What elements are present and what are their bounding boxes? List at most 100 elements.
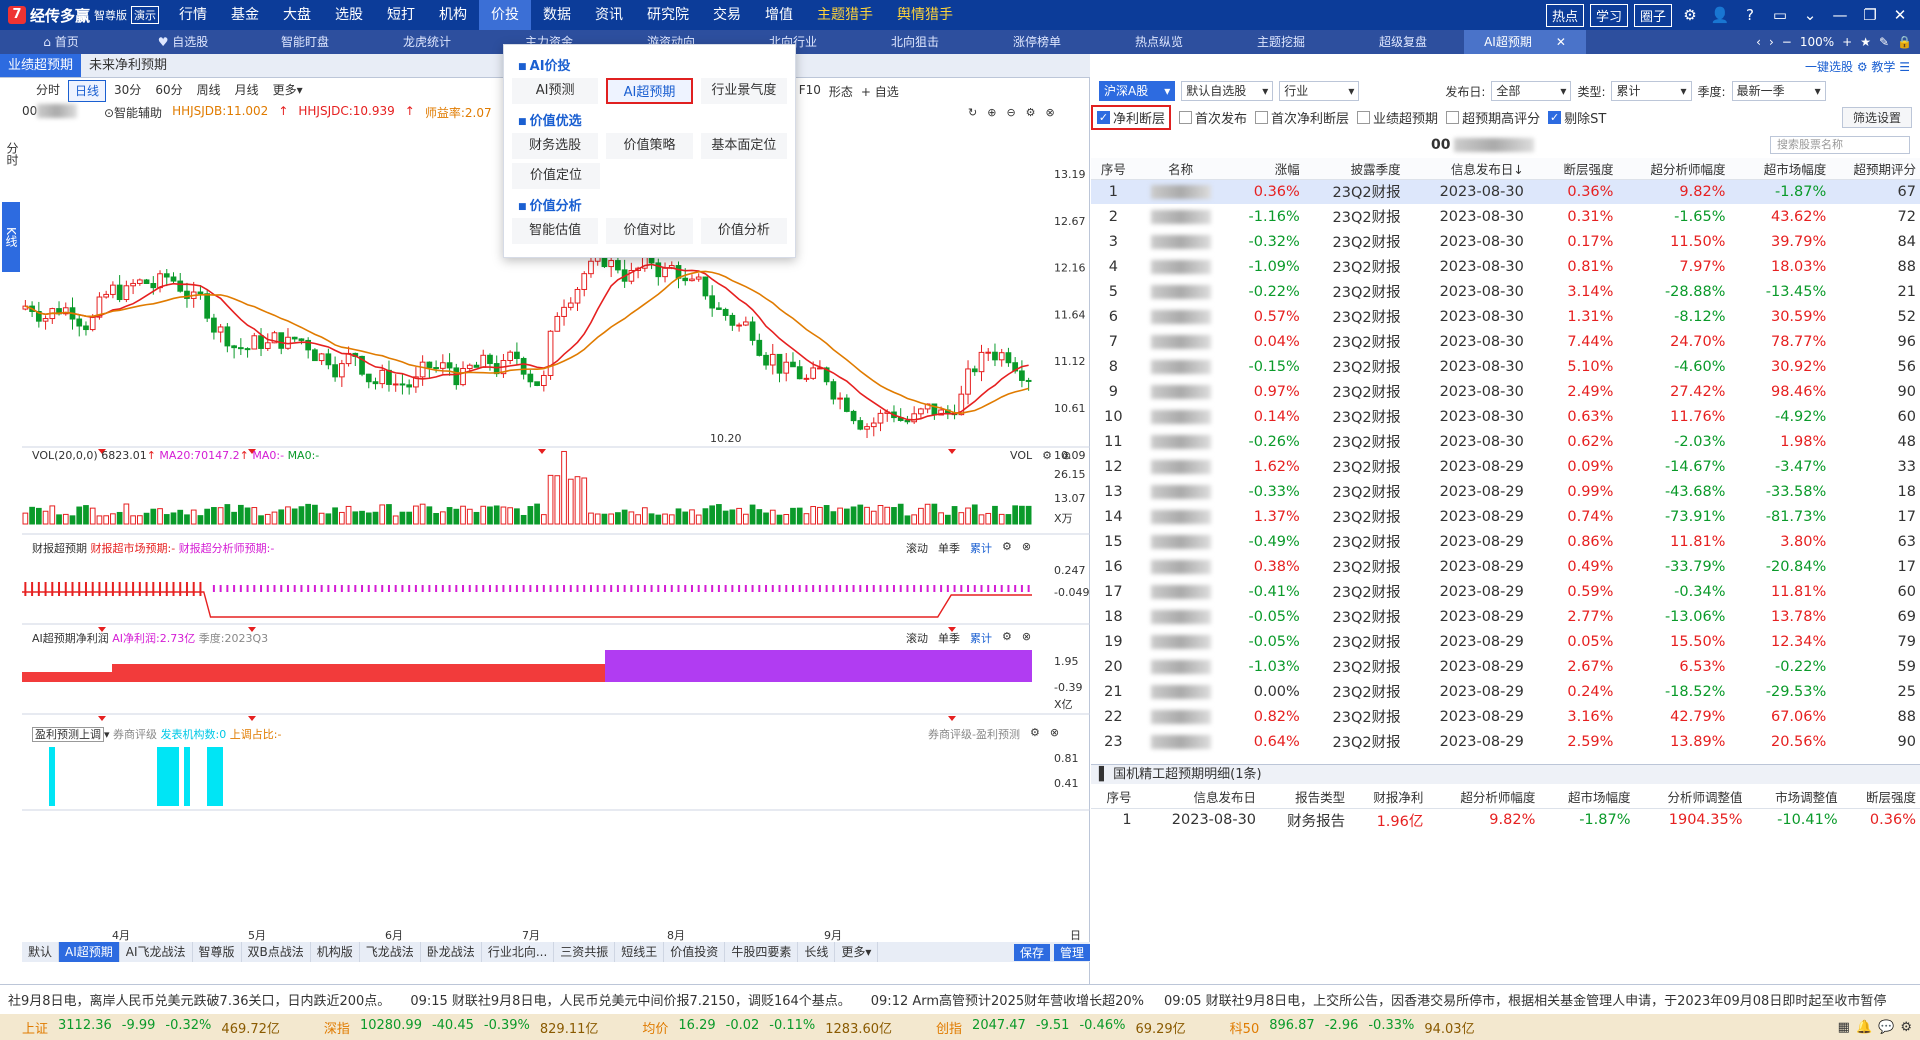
close-icon[interactable]: ⊗	[1046, 106, 1055, 119]
table-row[interactable]: 12 1.62% 23Q2财报 2023-08-29 0.09% -14.67% -3.47…	[1091, 454, 1920, 479]
menu-value-strategy[interactable]: 价值策略	[606, 133, 693, 159]
close-icon[interactable]: ✕	[1888, 6, 1912, 24]
news-item[interactable]: 09:05 财联社9月8日电，上交所公告，因香港交易所停市，根据相关基金管理人申…	[1164, 990, 1886, 1009]
p2-cumulative[interactable]: 累计	[970, 540, 992, 556]
close-icon[interactable]: ⊗	[1022, 540, 1031, 556]
chevron-right-icon[interactable]: ›	[1769, 35, 1774, 49]
gear-icon[interactable]: ⚙	[1678, 6, 1702, 24]
table-row[interactable]: 6 0.57% 23Q2财报 2023-08-30 1.31% -8.12% 30.59% 5…	[1091, 304, 1920, 329]
strategy-tab-4[interactable]: 双B点战法	[242, 942, 311, 962]
menu-value-analysis[interactable]: 价值分析	[700, 218, 787, 244]
chart-tool-3[interactable]: F10	[799, 83, 821, 100]
table-row[interactable]: 11 -0.26% 23Q2财报 2023-08-30 0.62% -2.03% 1.98%…	[1091, 429, 1920, 454]
menu-fundamental-position[interactable]: 基本面定位	[700, 133, 787, 159]
news-item[interactable]: 09:15 财联社9月8日电，人民币兑美元中间价报7.2150，调贬164个基点…	[410, 990, 850, 1009]
detail-row[interactable]: 1 2023-08-30 财务报告 1.96亿 9.82% -1.87% 1904.35% -…	[1091, 808, 1920, 832]
period-4[interactable]: 周线	[191, 80, 227, 102]
col-header[interactable]: 超分析师幅度	[1617, 158, 1730, 180]
exclude-st-checkbox[interactable]: ✓ 剔除ST	[1548, 108, 1606, 127]
net-profit-gap-checkbox[interactable]: ✓ 净利断层	[1091, 104, 1172, 130]
index-quote[interactable]: 上证 3112.36 -9.99 -0.32% 469.72亿	[0, 1018, 302, 1037]
minus-icon[interactable]: ⊖	[1006, 106, 1015, 119]
chart-tool-5[interactable]: + 自选	[861, 83, 899, 100]
p3-single[interactable]: 单季	[938, 630, 960, 646]
gear-icon[interactable]: ⚙	[1042, 449, 1052, 462]
strategy-tab-3[interactable]: 智尊版	[193, 942, 242, 962]
nav-tab-7[interactable]: 北向狙击	[854, 30, 976, 54]
hot-button[interactable]: 热点	[1545, 3, 1584, 27]
first-gap-checkbox[interactable]: 首次净利断层	[1255, 108, 1349, 127]
period-2[interactable]: 30分	[108, 80, 147, 102]
close-icon[interactable]: ⊗	[1022, 630, 1031, 646]
index-quote[interactable]: 深指 10280.99 -40.45 -0.39% 829.11亿	[302, 1018, 620, 1037]
table-row[interactable]: 18 -0.05% 23Q2财报 2023-08-29 2.77% -13.06% 13.7…	[1091, 604, 1920, 629]
period-5[interactable]: 月线	[229, 80, 265, 102]
market-select[interactable]: 沪深A股 ▾	[1099, 81, 1176, 101]
col-header[interactable]: 断层强度	[1527, 158, 1618, 180]
strategy-tab-14[interactable]: 更多▾	[835, 942, 879, 962]
period-6[interactable]: 更多▾	[267, 80, 309, 102]
table-row[interactable]: 19 -0.05% 23Q2财报 2023-08-29 0.05% 15.50% 12.34…	[1091, 629, 1920, 654]
table-row[interactable]: 14 1.37% 23Q2财报 2023-08-29 0.74% -73.91% -81.7…	[1091, 504, 1920, 529]
detail-col-header[interactable]: 序号	[1091, 786, 1136, 809]
type-select[interactable]: 累计 ▾	[1611, 81, 1692, 101]
watchlist-select[interactable]: 默认自选股 ▾	[1181, 81, 1274, 101]
col-header[interactable]: 序号	[1091, 158, 1136, 180]
menu-7[interactable]: 数据	[531, 0, 583, 30]
strategy-tab-1[interactable]: AI超预期	[59, 942, 120, 962]
gear-icon[interactable]: ⚙	[1900, 1020, 1912, 1035]
close-icon[interactable]: ✕	[1556, 35, 1566, 49]
col-header[interactable]: 超市场幅度	[1729, 158, 1831, 180]
user-icon[interactable]: 👤	[1708, 6, 1732, 24]
nav-tab-8[interactable]: 涨停榜单	[976, 30, 1098, 54]
nav-tab-12[interactable]: AI超预期 ✕	[1464, 30, 1586, 54]
period-0[interactable]: 分时	[30, 80, 66, 102]
zoom-in-icon[interactable]: +	[1842, 35, 1852, 49]
side-tab-kline[interactable]: K线	[2, 202, 20, 272]
table-row[interactable]: 1 0.36% 23Q2财报 2023-08-30 0.36% 9.82% -1.87% 67	[1091, 179, 1920, 204]
news-item[interactable]: 09:12 Arm高管预计2025财年营收增长超20%	[871, 990, 1144, 1009]
table-row[interactable]: 17 -0.41% 23Q2财报 2023-08-29 0.59% -0.34% 11.81…	[1091, 579, 1920, 604]
beat-checkbox[interactable]: 业绩超预期	[1357, 108, 1438, 127]
menu-9[interactable]: 研究院	[635, 0, 701, 30]
detail-col-header[interactable]: 分析师调整值	[1634, 786, 1747, 809]
p2-single[interactable]: 单季	[938, 540, 960, 556]
table-row[interactable]: 16 0.38% 23Q2财报 2023-08-29 0.49% -33.79% -20.8…	[1091, 554, 1920, 579]
menu-value-compare[interactable]: 价值对比	[606, 218, 693, 244]
index-quote[interactable]: 创指 2047.47 -9.51 -0.46% 69.29亿	[914, 1018, 1208, 1037]
period-3[interactable]: 60分	[149, 80, 188, 102]
first-release-checkbox[interactable]: 首次发布	[1179, 108, 1247, 127]
p2-rolling[interactable]: 滚动	[906, 540, 928, 556]
strategy-tab-12[interactable]: 牛股四要素	[725, 942, 799, 962]
table-row[interactable]: 15 -0.49% 23Q2财报 2023-08-29 0.86% 11.81% 3.80%…	[1091, 529, 1920, 554]
strategy-tab-11[interactable]: 价值投资	[664, 942, 726, 962]
menu-12[interactable]: 主题猎手	[805, 0, 885, 30]
col-header[interactable]: 超预期评分	[1830, 158, 1920, 180]
strategy-tab-13[interactable]: 长线	[798, 942, 836, 962]
news-item[interactable]: 社9月8日电，离岸人民币兑美元跌破7.36关口，日内跌近200点。	[8, 990, 390, 1009]
strategy-tab-0[interactable]: 默认	[22, 942, 60, 962]
detail-col-header[interactable]: 财报净利	[1349, 786, 1428, 809]
table-row[interactable]: 3 -0.32% 23Q2财报 2023-08-30 0.17% 11.50% 39.79%…	[1091, 229, 1920, 254]
lock-icon[interactable]: 🔒	[1897, 35, 1912, 49]
industry-select[interactable]: 行业 ▾	[1279, 81, 1360, 101]
index-quote[interactable]: 科50 896.87 -2.96 -0.33% 94.03亿	[1208, 1018, 1497, 1037]
index-quote[interactable]: 均价 16.29 -0.02 -0.11% 1283.60亿	[620, 1018, 914, 1037]
menu-smart-valuation[interactable]: 智能估值	[512, 218, 599, 244]
zoom-out-icon[interactable]: −	[1782, 35, 1792, 49]
smart-assist[interactable]: ⊙智能辅助	[104, 104, 162, 122]
col-header[interactable]: 涨幅	[1225, 158, 1304, 180]
strategy-tab-7[interactable]: 卧龙战法	[421, 942, 482, 962]
menu-5[interactable]: 机构	[427, 0, 479, 30]
menu-1[interactable]: 基金	[219, 0, 271, 30]
refresh-icon[interactable]: ↻	[968, 106, 977, 119]
menu-13[interactable]: 舆情猎手	[885, 0, 965, 30]
menu-ai-forecast[interactable]: AI预测	[512, 78, 599, 104]
table-row[interactable]: 7 0.04% 23Q2财报 2023-08-30 7.44% 24.70% 78.77% 9…	[1091, 329, 1920, 354]
quarter-select[interactable]: 最新一季 ▾	[1731, 81, 1826, 101]
close-icon[interactable]: ⊗	[1062, 449, 1071, 462]
nav-tab-1[interactable]: ♥ 自选股	[122, 30, 244, 54]
nav-tab-2[interactable]: 智能盯盘	[244, 30, 366, 54]
layout-icon[interactable]: ▭	[1768, 6, 1792, 24]
col-header[interactable]: 披露季度	[1303, 158, 1405, 180]
